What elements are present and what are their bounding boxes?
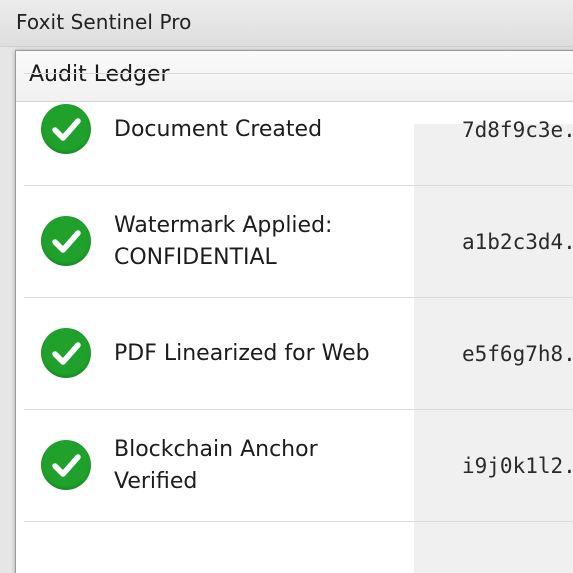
title-bar: Foxit Sentinel Pro bbox=[0, 0, 573, 47]
check-circle-icon bbox=[41, 328, 91, 378]
entry-hash: 7d8f9c3e... bbox=[462, 117, 573, 142]
audit-entry-row[interactable]: Watermark Applied: CONFIDENTIAL a1b2c3d4… bbox=[24, 186, 573, 298]
audit-entry-row[interactable]: Blockchain Anchor Verified i9j0k1l2... bbox=[24, 410, 573, 522]
entry-hash: a1b2c3d4... bbox=[462, 229, 573, 254]
entry-label: Document Created bbox=[114, 116, 323, 142]
audit-entry-list: Document Created 7d8f9c3e... Watermark A… bbox=[24, 73, 573, 522]
entry-hash: e5f6g7h8... bbox=[462, 341, 573, 366]
app-window: Foxit Sentinel Pro Audit Ledger Document… bbox=[0, 0, 573, 573]
entry-hash: i9j0k1l2... bbox=[462, 453, 573, 478]
entry-label: PDF Linearized for Web bbox=[114, 340, 370, 366]
app-title: Foxit Sentinel Pro bbox=[16, 10, 192, 34]
audit-entry-row[interactable]: PDF Linearized for Web e5f6g7h8... bbox=[24, 298, 573, 410]
check-circle-icon bbox=[41, 104, 91, 154]
entry-label: Watermark Applied: CONFIDENTIAL bbox=[114, 212, 333, 270]
audit-entry-row[interactable]: Document Created 7d8f9c3e... bbox=[24, 74, 573, 186]
entry-label: Blockchain Anchor Verified bbox=[114, 436, 318, 494]
check-circle-icon bbox=[41, 440, 91, 490]
check-circle-icon bbox=[41, 216, 91, 266]
